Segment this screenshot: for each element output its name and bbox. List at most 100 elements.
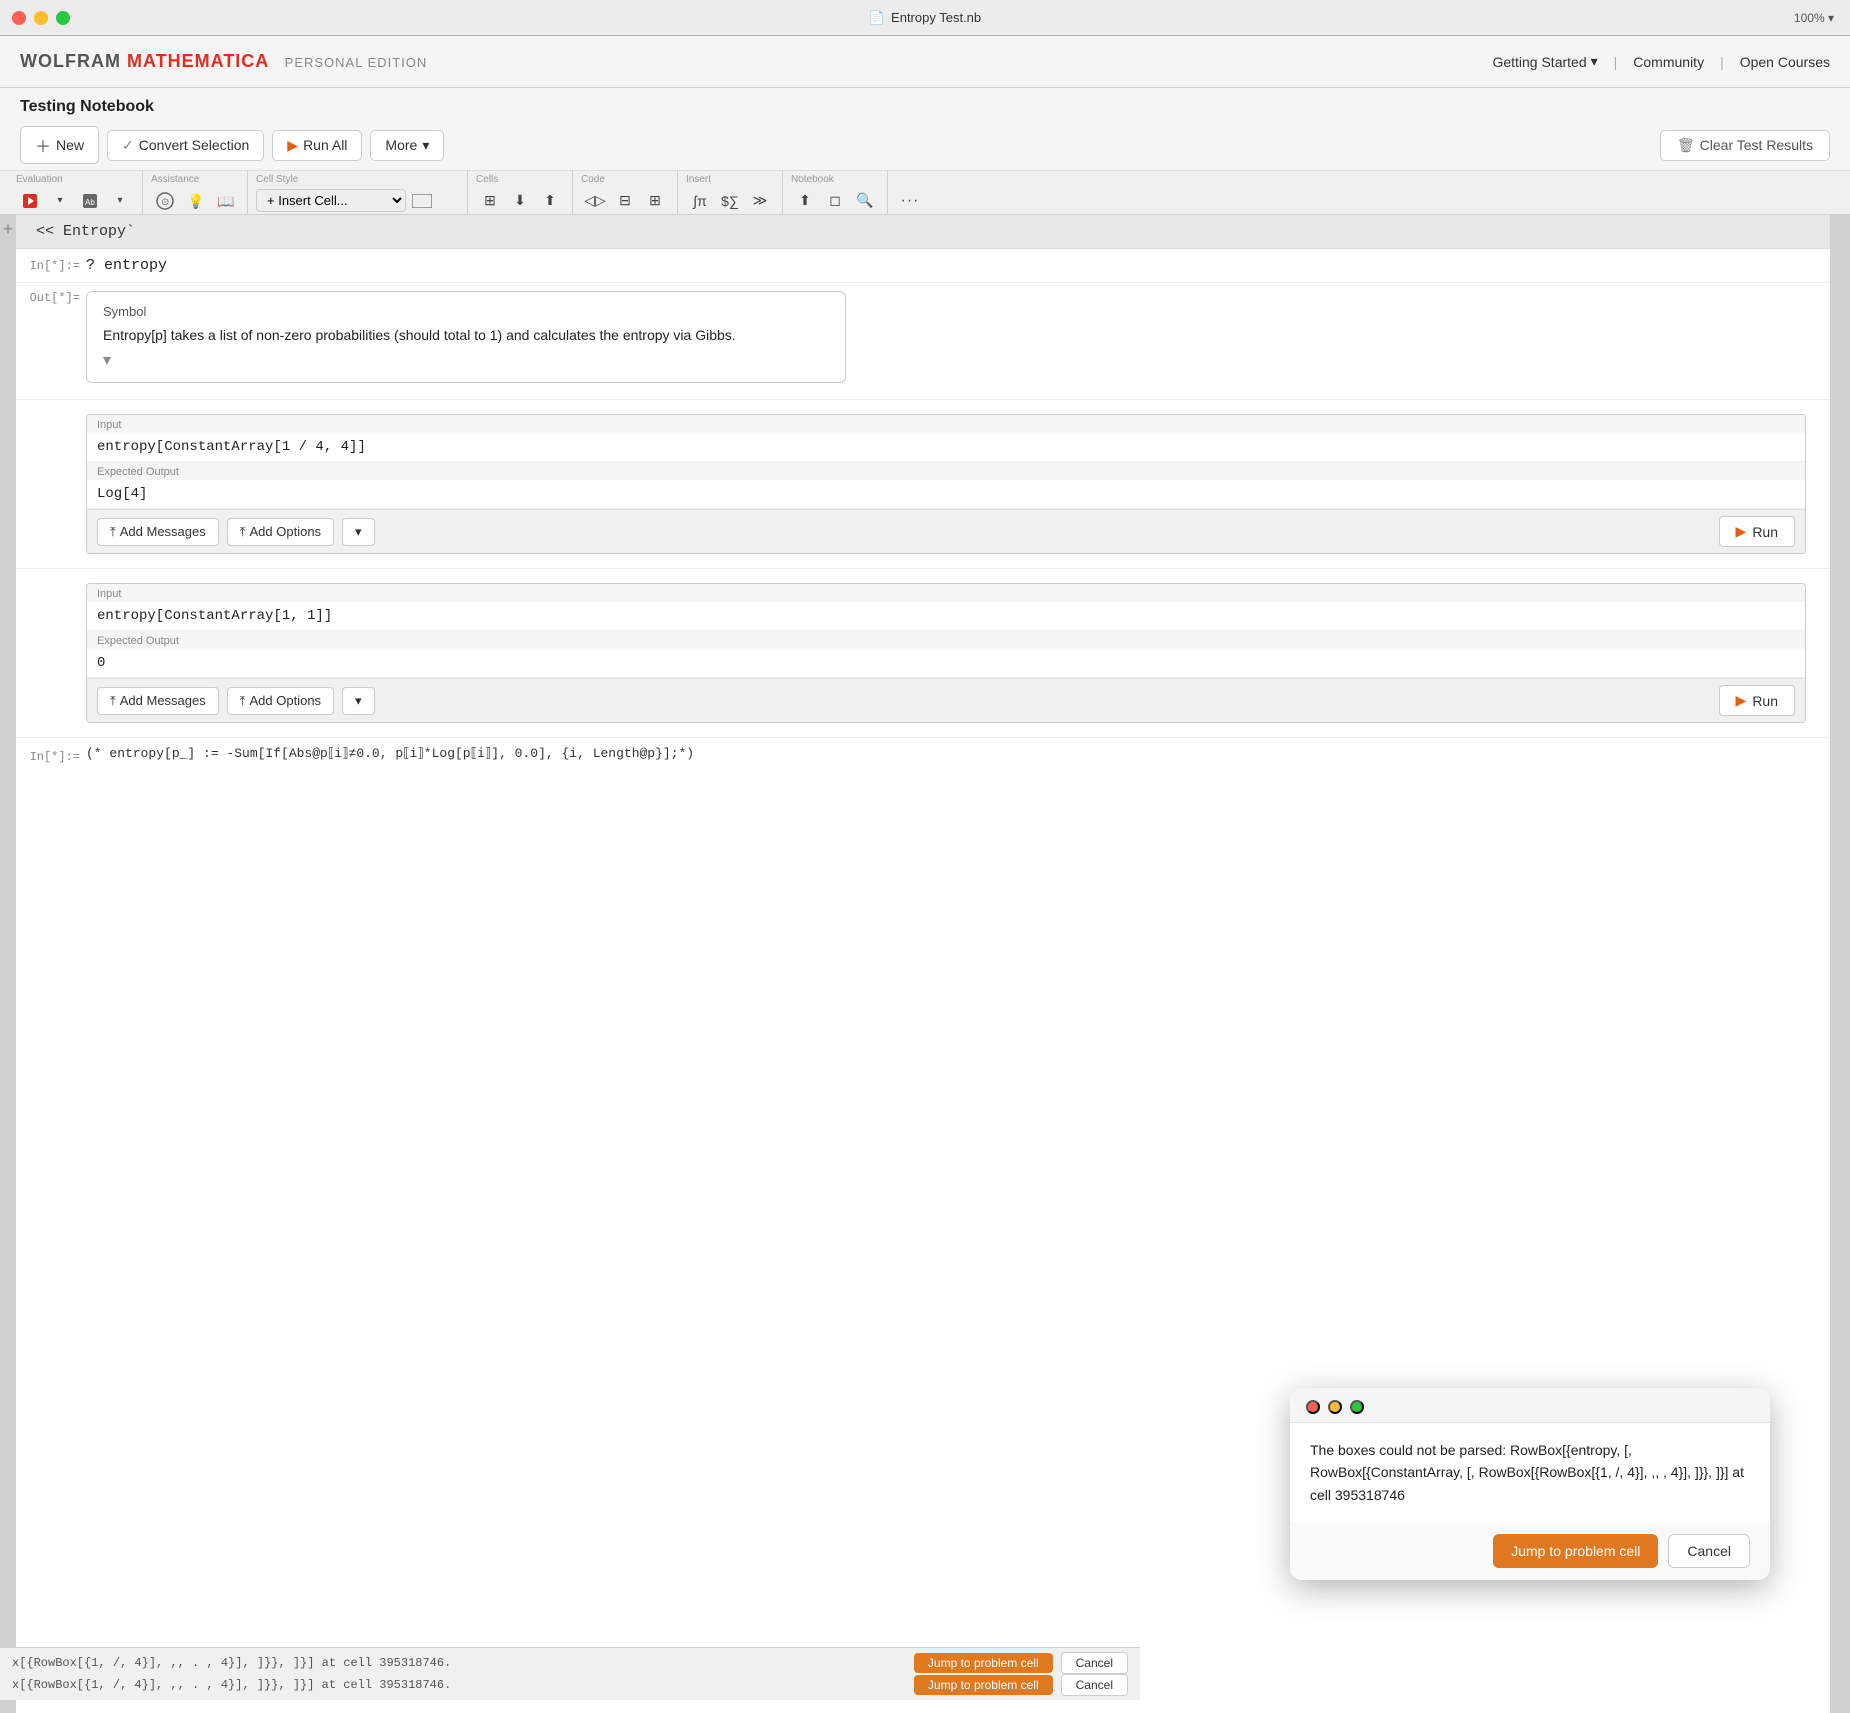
close-button[interactable] xyxy=(12,11,26,25)
chevron-down-icon: ▾ xyxy=(422,137,429,154)
evaluation-icon2-dropdown[interactable]: ▾ xyxy=(106,187,134,215)
code-icon2[interactable]: ⊟ xyxy=(611,187,639,215)
add-cell-button[interactable]: + xyxy=(3,215,14,244)
assist-icon3[interactable]: 📖 xyxy=(211,187,239,215)
test2-expected-code[interactable]: 0 xyxy=(87,649,1805,678)
query-cell-block: In[*]:= ? entropy xyxy=(16,249,1830,283)
bottom-bar-text1: x[{RowBox[{1, /, 4}], ,, . , 4}], ]}}, ]… xyxy=(12,1656,914,1670)
bottom-bar-text2: x[{RowBox[{1, /, 4}], ,, . , 4}], ]}}, ]… xyxy=(12,1678,914,1692)
code-cell-block: In[*]:= (* entropy[p_] := -Sum[If[Abs@p⟦… xyxy=(16,738,1830,772)
dialog-maximize-button[interactable] xyxy=(1350,1400,1364,1414)
symbol-box-container: Symbol Entropy[p] takes a list of non-ze… xyxy=(86,287,1818,387)
cell-style-dropdown[interactable]: + Insert Cell... xyxy=(256,189,406,212)
notebook-icon2[interactable]: ◻ xyxy=(821,187,849,215)
assist-icon1[interactable]: ⊙ xyxy=(151,187,179,215)
insert-icon3[interactable]: ≫ xyxy=(746,187,774,215)
symbol-box-text: Entropy[p] takes a list of non-zero prob… xyxy=(103,325,829,346)
test2-label: . xyxy=(16,575,86,593)
title-bar: 📄 Entropy Test.nb 100% ▾ xyxy=(0,0,1850,36)
insert-icon1[interactable]: ∫π xyxy=(686,187,714,215)
brand-edition: PERSONAL EDITION xyxy=(285,55,428,70)
minimize-button[interactable] xyxy=(34,11,48,25)
bottom-bar-row2: x[{RowBox[{1, /, 4}], ,, . , 4}], ]}}, ]… xyxy=(12,1674,1128,1696)
bottom-cancel-button2[interactable]: Cancel xyxy=(1061,1674,1128,1696)
bottom-bar-row1: x[{RowBox[{1, /, 4}], ,, . , 4}], ]}}, ]… xyxy=(12,1652,1128,1674)
notebook-icon1[interactable]: ⬆ xyxy=(791,187,819,215)
code-cell-body[interactable]: (* entropy[p_] := -Sum[If[Abs@p⟦i⟧≠0.0, … xyxy=(86,746,1818,761)
package-cell: << Entropy` xyxy=(16,215,1830,249)
test2-run-button[interactable]: ▶ Run xyxy=(1719,685,1795,716)
insert-section: Insert ∫π $∑ ≫ xyxy=(678,171,783,215)
main-toolbar: ＋ New ✓ Convert Selection ▶ Run All More… xyxy=(20,126,1830,164)
code-section: Code ◁▷ ⊟ ⊞ xyxy=(573,171,678,215)
code-icon1[interactable]: ◁▷ xyxy=(581,187,609,215)
clear-test-results-button[interactable]: 🗑 Clear Test Results xyxy=(1660,130,1830,161)
insert-icon2[interactable]: $∑ xyxy=(716,187,744,215)
run-all-button[interactable]: ▶ Run All xyxy=(272,130,362,161)
test2-expected-label: Expected Output xyxy=(87,631,1805,649)
svg-text:📖: 📖 xyxy=(217,193,234,209)
chevron-down-icon: ▾ xyxy=(1828,11,1834,25)
check-icon: ✓ xyxy=(122,137,134,154)
code-label: Code xyxy=(581,175,669,185)
test2-input-code[interactable]: entropy[ConstantArray[1, 1]] xyxy=(87,602,1805,631)
more-button[interactable]: More ▾ xyxy=(370,130,444,161)
test1-add-messages-button[interactable]: ⤒ Add Messages xyxy=(97,518,219,546)
right-gutter xyxy=(1830,215,1850,1713)
test-cell-1: Input entropy[ConstantArray[1 / 4, 4]] E… xyxy=(86,414,1806,554)
test1-dropdown-button[interactable]: ▾ xyxy=(342,518,375,546)
notebook-search-icon[interactable]: 🔍 xyxy=(851,187,879,215)
menu-right: Getting Started ▾ | Community | Open Cou… xyxy=(1492,53,1830,70)
test2-add-options-button[interactable]: ⤒ Add Options xyxy=(227,687,334,715)
code-cell-label: In[*]:= xyxy=(16,746,86,764)
test1-expected-code[interactable]: Log[4] xyxy=(87,480,1805,509)
cells-icon2[interactable]: ⬇ xyxy=(506,187,534,215)
cells-label: Cells xyxy=(476,175,564,185)
code-icon3[interactable]: ⊞ xyxy=(641,187,669,215)
convert-selection-button[interactable]: ✓ Convert Selection xyxy=(107,130,264,161)
run-icon: ▶ xyxy=(287,137,298,154)
cell-type-btn[interactable] xyxy=(408,187,436,215)
notebook-title: Testing Notebook xyxy=(20,98,1830,116)
dialog-close-button[interactable] xyxy=(1306,1400,1320,1414)
query-cell-label: In[*]:= xyxy=(16,255,86,273)
getting-started-menu[interactable]: Getting Started ▾ xyxy=(1492,53,1597,70)
community-link[interactable]: Community xyxy=(1633,54,1704,70)
more-options-button[interactable]: ··· xyxy=(896,187,924,215)
test1-add-options-button[interactable]: ⤒ Add Options xyxy=(227,518,334,546)
maximize-button[interactable] xyxy=(56,11,70,25)
trash-icon: 🗑 xyxy=(1677,137,1695,154)
window-controls xyxy=(12,11,70,25)
assist-icon2[interactable]: 💡 xyxy=(181,187,209,215)
separator2: | xyxy=(1720,54,1724,70)
test1-input-code[interactable]: entropy[ConstantArray[1 / 4, 4]] xyxy=(87,433,1805,462)
svg-text:💡: 💡 xyxy=(187,193,204,210)
expand-symbol-button[interactable]: ▾ xyxy=(103,350,829,370)
bottom-cancel-button1[interactable]: Cancel xyxy=(1061,1652,1128,1674)
cells-icon3[interactable]: ⬆ xyxy=(536,187,564,215)
dialog-minimize-button[interactable] xyxy=(1328,1400,1342,1414)
evaluation-dropdown[interactable]: ▾ xyxy=(46,187,74,215)
code-line: (* entropy[p_] := -Sum[If[Abs@p⟦i⟧≠0.0, … xyxy=(86,746,1818,761)
test1-run-button[interactable]: ▶ Run xyxy=(1719,516,1795,547)
jump-to-problem-cell-button[interactable]: Jump to problem cell xyxy=(1493,1534,1658,1568)
evaluation-icon2[interactable]: Ab xyxy=(76,187,104,215)
test2-add-messages-button[interactable]: ⤒ Add Messages xyxy=(97,687,219,715)
test2-dropdown-button[interactable]: ▾ xyxy=(342,687,375,715)
new-button[interactable]: ＋ New xyxy=(20,126,99,164)
query-cell-body[interactable]: ? entropy xyxy=(86,255,1818,276)
menu-bar: WOLFRAM MATHEMATICA PERSONAL EDITION Get… xyxy=(0,36,1850,88)
test2-input-label: Input xyxy=(87,584,1805,602)
bottom-jump-button1[interactable]: Jump to problem cell xyxy=(914,1653,1053,1673)
dialog-cancel-button[interactable]: Cancel xyxy=(1668,1534,1750,1568)
evaluation-icon1[interactable] xyxy=(16,187,44,215)
evaluation-section: Evaluation ▾ Ab ▾ xyxy=(8,171,143,215)
svg-text:⊙: ⊙ xyxy=(161,197,169,208)
open-courses-link[interactable]: Open Courses xyxy=(1740,54,1830,70)
cells-section: Cells ⊞ ⬇ ⬆ xyxy=(468,171,573,215)
separator: | xyxy=(1614,54,1618,70)
bottom-jump-button2[interactable]: Jump to problem cell xyxy=(914,1675,1053,1695)
test-cell-2: Input entropy[ConstantArray[1, 1]] Expec… xyxy=(86,583,1806,723)
insert-label: Insert xyxy=(686,175,774,185)
cells-icon1[interactable]: ⊞ xyxy=(476,187,504,215)
